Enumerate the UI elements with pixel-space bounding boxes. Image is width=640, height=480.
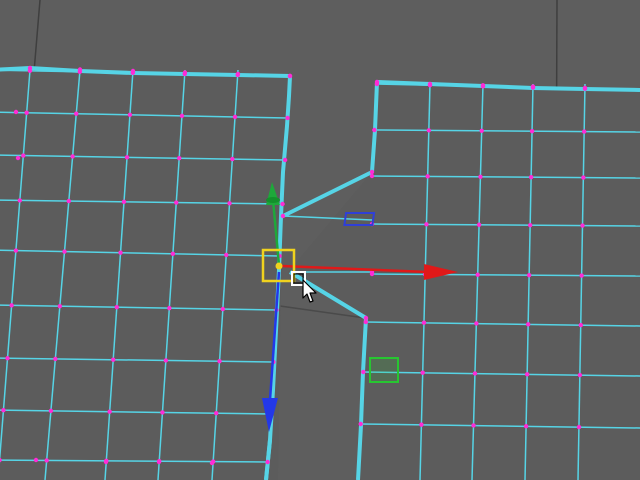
mesh-vertex[interactable] [476, 222, 482, 227]
mesh-vertex[interactable] [127, 112, 133, 118]
mesh-vertex[interactable] [179, 113, 185, 119]
mesh-vertex[interactable] [57, 304, 63, 309]
mesh-vertex[interactable] [424, 222, 429, 227]
mesh-vertex[interactable] [182, 70, 188, 75]
mesh-vertex[interactable] [363, 319, 368, 325]
mesh-vertex[interactable] [265, 459, 270, 465]
mesh-vertex[interactable] [176, 156, 182, 161]
mesh-vertex[interactable] [224, 252, 229, 258]
mesh-vertex[interactable] [471, 423, 476, 428]
mesh-vertex[interactable] [421, 320, 427, 325]
mesh-vertex[interactable] [480, 83, 486, 88]
mesh-vertex[interactable] [156, 459, 162, 465]
mesh-vertex[interactable] [230, 156, 235, 162]
mesh-vertex[interactable] [217, 359, 222, 364]
mesh-vertex[interactable] [174, 200, 179, 205]
mesh-vertex[interactable] [214, 411, 219, 416]
mesh-vertex[interactable] [529, 128, 535, 134]
mesh-vertex[interactable] [527, 222, 533, 228]
mesh-vertex[interactable] [419, 422, 424, 427]
mesh-vertex[interactable] [74, 111, 79, 116]
mesh-vertex[interactable] [13, 109, 19, 115]
mesh-vertex[interactable] [33, 457, 39, 463]
mesh-vertex[interactable] [9, 303, 14, 308]
mesh-vertex[interactable] [107, 409, 112, 414]
3d-viewport[interactable] [0, 0, 640, 480]
mesh-vertex[interactable] [581, 175, 586, 180]
mesh-vertex[interactable] [15, 155, 21, 161]
mesh-vertex[interactable] [426, 128, 432, 133]
mesh-vertex[interactable] [1, 407, 6, 413]
mesh-vertex[interactable] [580, 223, 585, 228]
mesh-vertex[interactable] [361, 369, 366, 375]
mesh-vertex[interactable] [70, 154, 75, 159]
mesh-vertex[interactable] [280, 201, 285, 207]
mesh-vertex[interactable] [66, 198, 72, 204]
mesh-vertex[interactable] [232, 114, 238, 120]
mesh-vertex[interactable] [525, 322, 531, 327]
mesh-vertex[interactable] [282, 157, 288, 163]
mesh-vertex[interactable] [478, 174, 483, 179]
mesh-vertex[interactable] [369, 169, 375, 175]
mesh-vertex[interactable] [479, 128, 484, 133]
mesh-vertex[interactable] [24, 110, 29, 115]
y-axis-arrow-base [266, 197, 280, 203]
mesh-vertex[interactable] [121, 199, 127, 205]
mesh-vertex[interactable] [526, 272, 532, 278]
mesh-vertex[interactable] [577, 372, 583, 378]
mesh-vertex[interactable] [209, 460, 215, 466]
mesh-vertex[interactable] [287, 73, 293, 79]
mesh-vertex[interactable] [420, 370, 425, 375]
mesh-vertex[interactable] [124, 155, 130, 160]
mesh-vertex[interactable] [530, 84, 536, 89]
mesh-vertex[interactable] [425, 174, 430, 179]
mesh-vertex[interactable] [472, 371, 478, 376]
mesh-vertex[interactable] [582, 85, 588, 91]
yz-plane-handle[interactable] [369, 357, 399, 383]
mesh-vertex[interactable] [220, 306, 226, 312]
mesh-vertex[interactable] [103, 459, 109, 465]
mesh-vertex[interactable] [474, 321, 479, 326]
mesh-vertex[interactable] [130, 68, 136, 74]
mesh-vertex[interactable] [363, 315, 369, 321]
mesh-vertex[interactable] [369, 173, 375, 179]
mesh-vertex[interactable] [160, 410, 165, 415]
mesh-vertex[interactable] [523, 424, 529, 429]
mesh-vertex[interactable] [13, 248, 19, 253]
mesh-vertex[interactable] [280, 213, 286, 219]
mesh-vertex[interactable] [358, 421, 363, 427]
mesh-vertex[interactable] [576, 424, 582, 430]
viewport-canvas[interactable] [0, 0, 640, 480]
mesh-vertex[interactable] [114, 305, 119, 310]
mesh-vertex[interactable] [374, 79, 380, 85]
mesh-vertex[interactable] [27, 65, 33, 71]
mesh-vertex[interactable] [118, 250, 123, 255]
mesh-vertex[interactable] [167, 305, 172, 311]
mesh-vertex[interactable] [48, 408, 54, 414]
mesh-vertex[interactable] [170, 251, 176, 256]
mesh-vertex[interactable] [285, 115, 290, 121]
mesh-vertex[interactable] [581, 129, 587, 134]
mesh-vertex[interactable] [163, 358, 169, 363]
mesh-vertex[interactable] [524, 372, 530, 377]
mesh-vertex[interactable] [53, 356, 58, 362]
mesh-vertex[interactable] [578, 322, 583, 328]
mesh-vertex[interactable] [111, 357, 116, 362]
mesh-vertex[interactable] [579, 273, 584, 278]
gizmo-pivot-point [275, 262, 283, 270]
mesh-vertex[interactable] [475, 272, 480, 277]
mesh-vertex[interactable] [5, 356, 10, 361]
mesh-vertex[interactable] [372, 127, 377, 133]
mesh-vertex[interactable] [44, 458, 49, 463]
mesh-vertex[interactable] [528, 174, 534, 180]
mesh-vertex[interactable] [77, 67, 83, 72]
mesh-vertex[interactable] [227, 201, 232, 206]
mesh-vertex[interactable] [21, 153, 26, 158]
mesh-vertex[interactable] [62, 249, 67, 254]
mesh-vertex[interactable] [17, 198, 23, 203]
mesh-vertex[interactable] [235, 71, 241, 77]
mesh-vertex[interactable] [427, 81, 433, 87]
